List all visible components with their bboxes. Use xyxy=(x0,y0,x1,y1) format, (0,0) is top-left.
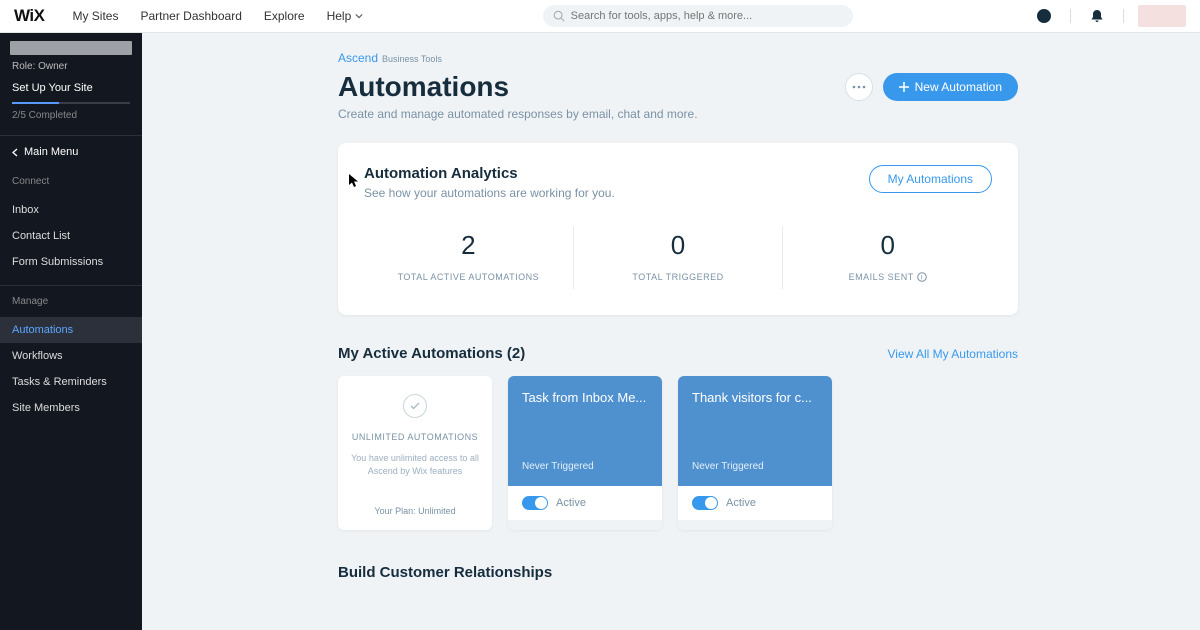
analytics-card: Automation Analytics See how your automa… xyxy=(338,143,1018,315)
stat-value: 0 xyxy=(783,230,992,261)
setup-progress xyxy=(12,102,130,104)
chat-icon[interactable] xyxy=(1032,4,1056,28)
automation-card[interactable]: Task from Inbox Me... Never Triggered Ac… xyxy=(508,376,662,530)
nav-help[interactable]: Help xyxy=(327,9,364,23)
search-wrap xyxy=(543,5,853,27)
plan-desc: You have unlimited access to all Ascend … xyxy=(350,452,480,477)
automation-title: Task from Inbox Me... xyxy=(522,390,648,405)
main-content: AscendBusiness Tools Automations New Aut… xyxy=(142,33,1200,630)
active-toggle[interactable] xyxy=(692,496,718,510)
sidebar-divider xyxy=(0,135,142,136)
search-input[interactable] xyxy=(543,5,853,27)
section-manage-header: Manage xyxy=(0,296,142,317)
role-label: Role: Owner xyxy=(0,61,142,82)
check-circle-icon xyxy=(403,394,427,418)
automation-trigger: Never Triggered xyxy=(522,461,648,472)
chevron-down-icon xyxy=(355,12,363,20)
build-relationships-title: Build Customer Relationships xyxy=(338,564,1018,581)
plus-icon xyxy=(899,82,909,92)
active-toggle[interactable] xyxy=(522,496,548,510)
sidebar-item-contact-list[interactable]: Contact List xyxy=(0,223,142,249)
stat-label: TOTAL ACTIVE AUTOMATIONS xyxy=(398,272,540,282)
stat-label: TOTAL TRIGGERED xyxy=(632,272,723,282)
active-automations-title: My Active Automations (2) xyxy=(338,345,525,362)
progress-text: 2/5 Completed xyxy=(0,110,142,135)
sidebar-item-workflows[interactable]: Workflows xyxy=(0,343,142,369)
analytics-sub: See how your automations are working for… xyxy=(364,186,615,200)
view-all-link[interactable]: View All My Automations xyxy=(887,347,1018,361)
stat-label: EMAILS SENT i xyxy=(849,272,927,282)
new-automation-label: New Automation xyxy=(915,80,1002,94)
topbar: WiX My Sites Partner Dashboard Explore H… xyxy=(0,0,1200,33)
analytics-title: Automation Analytics xyxy=(364,165,615,182)
sidebar-item-site-members[interactable]: Site Members xyxy=(0,395,142,421)
automation-trigger: Never Triggered xyxy=(692,461,818,472)
bell-icon[interactable] xyxy=(1085,4,1109,28)
more-actions-button[interactable] xyxy=(845,73,873,101)
sidebar-divider xyxy=(0,285,142,286)
ascend-logo: AscendBusiness Tools xyxy=(338,51,1018,65)
stat-value: 0 xyxy=(574,230,783,261)
divider xyxy=(1070,9,1071,23)
site-name-placeholder xyxy=(10,41,132,55)
avatar[interactable] xyxy=(1138,5,1186,27)
sidebar-item-inbox[interactable]: Inbox xyxy=(0,197,142,223)
automation-title: Thank visitors for c... xyxy=(692,390,818,405)
nav-help-label: Help xyxy=(327,9,352,23)
new-automation-button[interactable]: New Automation xyxy=(883,73,1018,101)
sidebar-item-form-submissions[interactable]: Form Submissions xyxy=(0,249,142,275)
nav-explore[interactable]: Explore xyxy=(264,9,305,23)
sidebar-item-tasks-reminders[interactable]: Tasks & Reminders xyxy=(0,369,142,395)
page-title: Automations xyxy=(338,71,509,103)
wix-logo[interactable]: WiX xyxy=(14,6,44,26)
toggle-label: Active xyxy=(556,497,586,509)
section-connect-header: Connect xyxy=(0,176,142,197)
main-menu-back[interactable]: Main Menu xyxy=(0,146,142,176)
divider xyxy=(1123,9,1124,23)
ellipsis-icon xyxy=(852,85,866,89)
search-icon xyxy=(553,10,565,22)
topnav: My Sites Partner Dashboard Explore Help xyxy=(72,9,363,23)
svg-text:i: i xyxy=(921,276,923,282)
nav-partner-dashboard[interactable]: Partner Dashboard xyxy=(140,9,241,23)
plan-footer: Your Plan: Unlimited xyxy=(374,506,455,516)
page-subtitle: Create and manage automated responses by… xyxy=(338,107,1018,121)
stat-emails-sent: 0 EMAILS SENT i xyxy=(783,226,992,289)
info-icon[interactable]: i xyxy=(917,272,927,282)
chevron-left-icon xyxy=(12,148,18,157)
sidebar-item-automations[interactable]: Automations xyxy=(0,317,142,343)
nav-my-sites[interactable]: My Sites xyxy=(72,9,118,23)
back-label: Main Menu xyxy=(24,146,78,158)
plan-title: UNLIMITED AUTOMATIONS xyxy=(352,432,478,442)
toggle-label: Active xyxy=(726,497,756,509)
my-automations-button[interactable]: My Automations xyxy=(869,165,992,193)
automation-card[interactable]: Thank visitors for c... Never Triggered … xyxy=(678,376,832,530)
setup-link[interactable]: Set Up Your Site xyxy=(0,82,142,102)
stat-active-automations: 2 TOTAL ACTIVE AUTOMATIONS xyxy=(364,226,574,289)
stat-total-triggered: 0 TOTAL TRIGGERED xyxy=(574,226,784,289)
sidebar: Role: Owner Set Up Your Site 2/5 Complet… xyxy=(0,33,142,630)
plan-card: UNLIMITED AUTOMATIONS You have unlimited… xyxy=(338,376,492,530)
stat-value: 2 xyxy=(364,230,573,261)
topbar-right xyxy=(1032,4,1186,28)
